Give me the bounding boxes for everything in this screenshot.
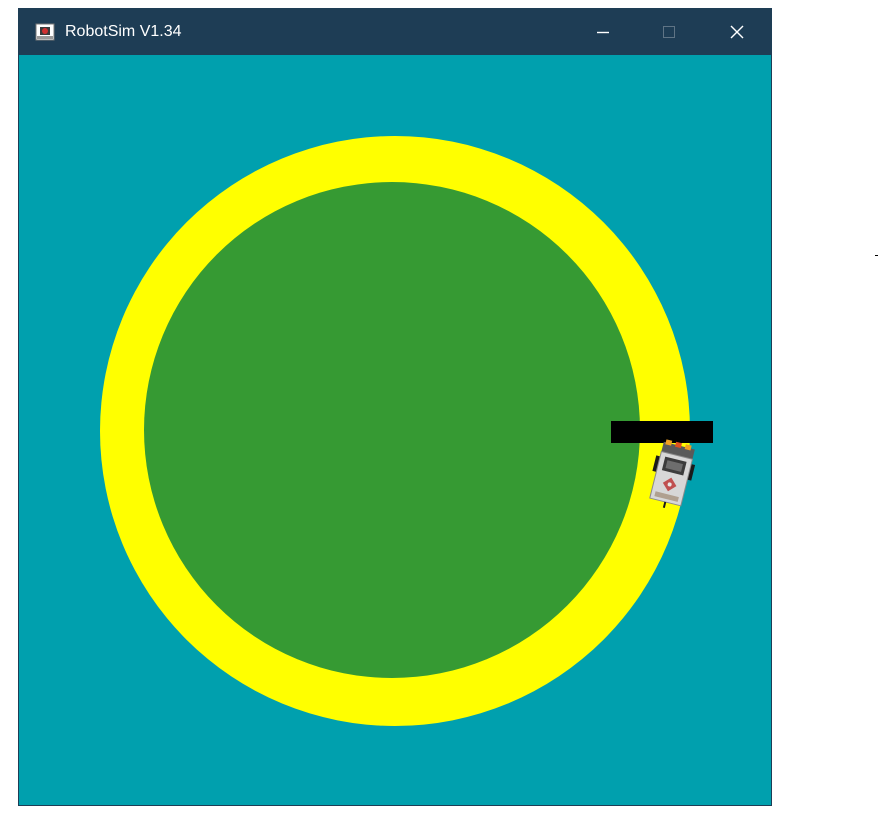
minimize-button[interactable] [580, 9, 626, 55]
close-button[interactable] [714, 9, 760, 55]
robotsim-window: RobotSim V1.34 [18, 8, 772, 806]
minimize-icon [597, 31, 609, 34]
inner-green-field [144, 182, 640, 678]
robot-app-icon [35, 23, 55, 41]
maximize-icon [663, 26, 675, 38]
black-obstacle-bar [611, 421, 713, 443]
maximize-button[interactable] [646, 9, 692, 55]
title-bar[interactable]: RobotSim V1.34 [19, 9, 771, 55]
close-icon [730, 25, 744, 39]
simulation-canvas[interactable] [19, 55, 771, 805]
window-title: RobotSim V1.34 [65, 23, 182, 40]
